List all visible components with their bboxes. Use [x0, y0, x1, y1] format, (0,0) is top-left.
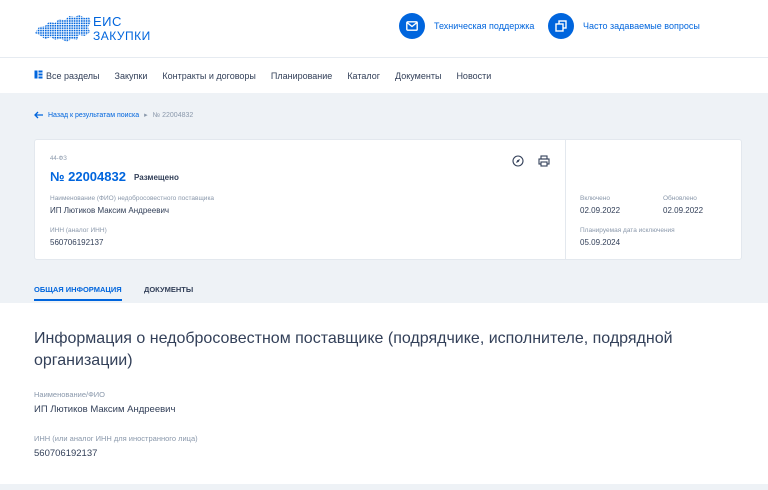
exclusion-label: Планируемая дата исключения — [580, 227, 675, 234]
main-name-label: Наименование/ФИО — [34, 390, 106, 399]
nav-news[interactable]: Новости — [456, 71, 491, 81]
included-label: Включено — [580, 195, 610, 202]
inn-value: 560706192137 — [50, 238, 104, 247]
faq-link[interactable]: Часто задаваемые вопросы — [548, 13, 700, 39]
supplier-name-value: ИП Лютиков Максим Андреевич — [50, 206, 170, 215]
back-to-results-link[interactable]: Назад к результатам поиска — [34, 111, 139, 119]
main-name-value: ИП Лютиков Максим Андреевич — [34, 404, 176, 415]
main-nav: Все разделы Закупки Контракты и договоры… — [0, 58, 768, 93]
compass-icon[interactable] — [512, 155, 524, 167]
nav-label: Все разделы — [46, 70, 100, 81]
breadcrumb: Назад к результатам поиска ▸ № 22004832 — [34, 111, 193, 119]
nav-all-sections[interactable]: Все разделы — [34, 70, 100, 81]
card-divider — [565, 140, 566, 260]
law-label: 44-ФЗ — [50, 156, 67, 162]
sections-icon — [34, 70, 43, 81]
record-number: № 22004832 — [50, 169, 126, 184]
russia-map-icon — [35, 15, 91, 42]
page-title: Информация о недобросовестном поставщике… — [34, 330, 673, 369]
site-header: ЕИС ЗАКУПКИ Техническая поддержка Часто … — [0, 0, 768, 58]
status-badge: Размещено — [134, 173, 179, 182]
updated-label: Обновлено — [663, 195, 697, 202]
breadcrumb-current: № 22004832 — [152, 111, 194, 119]
faq-label: Часто задаваемые вопросы — [583, 21, 700, 31]
card-actions — [512, 155, 564, 167]
nav-documents[interactable]: Документы — [395, 71, 441, 81]
print-icon[interactable] — [538, 155, 550, 167]
nav-contracts[interactable]: Контракты и договоры — [162, 71, 256, 81]
record-card: 44-ФЗ № 22004832 Размещено Наименование … — [34, 139, 742, 260]
back-label: Назад к результатам поиска — [48, 111, 140, 119]
footer-band — [0, 484, 768, 490]
main-inn-value: 560706192137 — [34, 448, 98, 459]
copy-icon — [548, 13, 574, 39]
logo-subtitle: ЗАКУПКИ — [93, 29, 151, 43]
mail-icon — [399, 13, 425, 39]
included-date: 02.09.2022 — [580, 206, 621, 215]
tech-support-label: Техническая поддержка — [434, 21, 535, 31]
nav-planning[interactable]: Планирование — [271, 71, 332, 81]
inn-label: ИНН (аналог ИНН) — [50, 227, 107, 234]
main-inn-label: ИНН (или аналог ИНН для иностранного лиц… — [34, 434, 198, 443]
tech-support-link[interactable]: Техническая поддержка — [399, 13, 534, 39]
tab-general-info[interactable]: ОБЩАЯ ИНФОРМАЦИЯ — [34, 285, 122, 301]
breadcrumb-separator: ▸ — [144, 112, 148, 119]
supplier-name-label: Наименование (ФИО) недобросовестного пос… — [50, 195, 215, 202]
eis-logo[interactable]: ЕИС ЗАКУПКИ — [33, 12, 173, 46]
logo-title: ЕИС — [93, 14, 122, 29]
arrow-left-icon — [34, 111, 43, 119]
updated-date: 02.09.2022 — [663, 206, 704, 215]
tab-documents[interactable]: ДОКУМЕНТЫ — [144, 285, 193, 294]
nav-purchases[interactable]: Закупки — [115, 71, 148, 81]
nav-catalog[interactable]: Каталог — [347, 71, 380, 81]
exclusion-date: 05.09.2024 — [580, 238, 621, 247]
